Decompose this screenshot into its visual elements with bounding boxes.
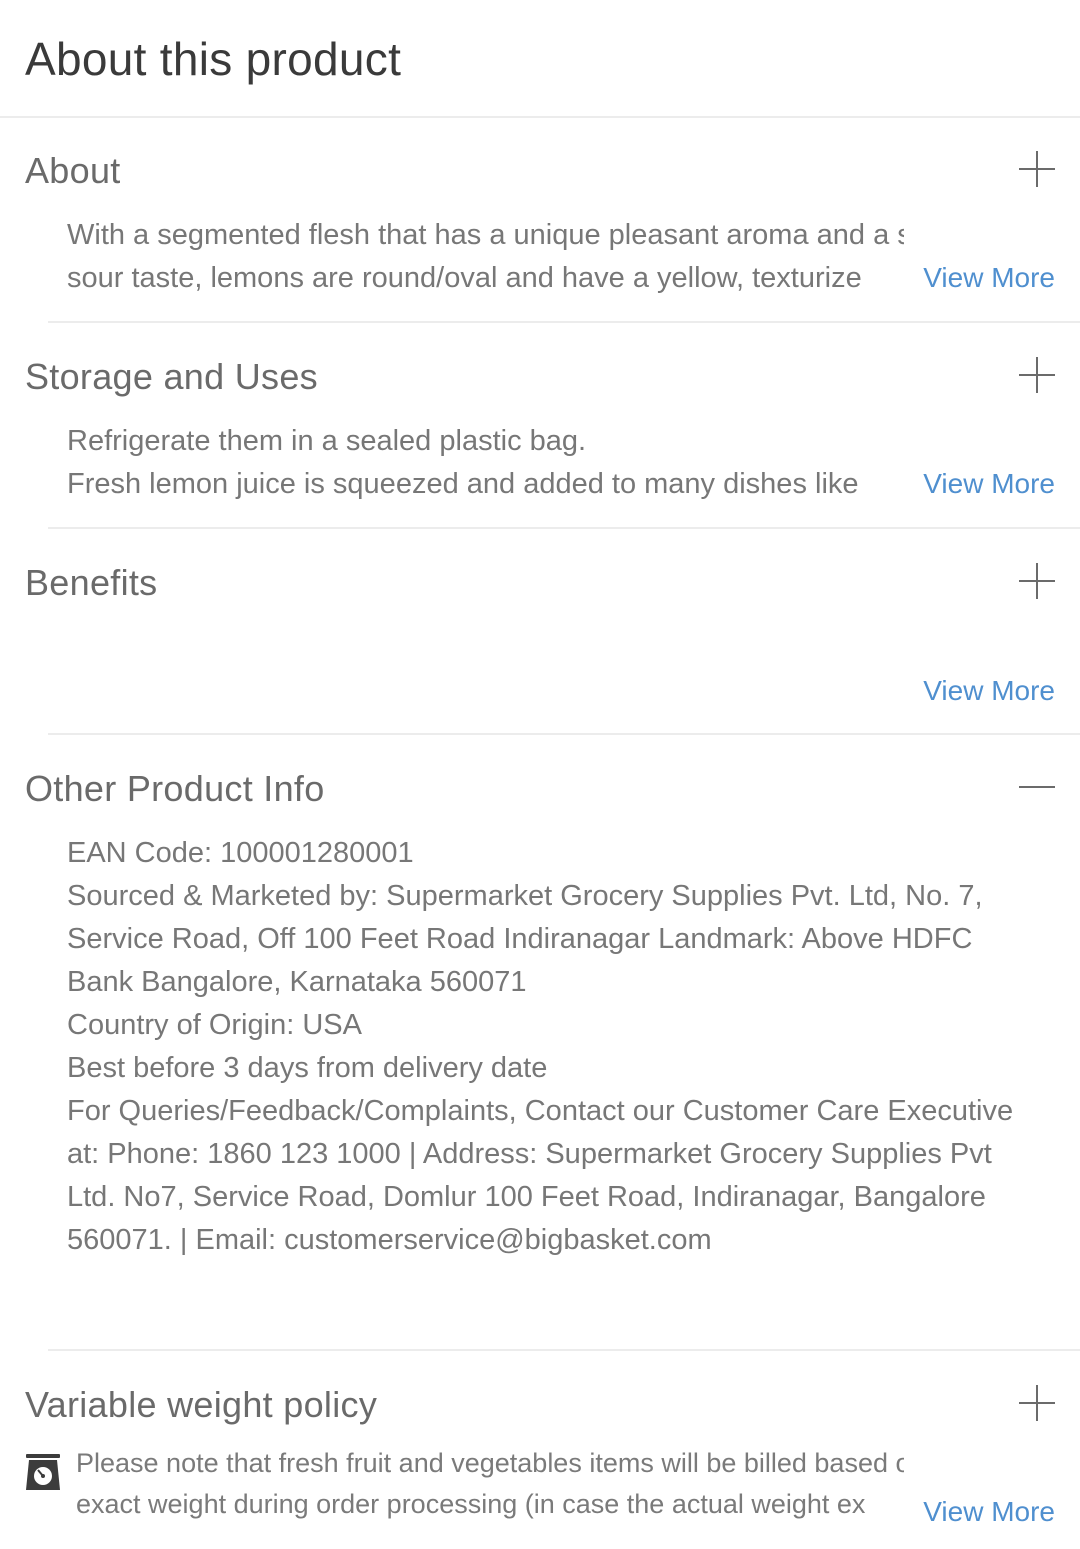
benefits-view-more-link[interactable]: View More xyxy=(923,675,1055,707)
plus-icon[interactable] xyxy=(1018,562,1056,600)
weight-policy-text: Please note that fresh fruit and vegetab… xyxy=(76,1443,904,1525)
about-text: With a segmented flesh that has a unique… xyxy=(67,214,904,300)
page-title: About this product xyxy=(25,33,402,85)
section-divider xyxy=(48,527,1080,529)
section-divider xyxy=(48,1349,1080,1351)
section-title-benefits: Benefits xyxy=(25,562,158,603)
section-title-other-info: Other Product Info xyxy=(25,768,325,809)
section-title-weight-policy: Variable weight policy xyxy=(25,1384,378,1425)
text-fade xyxy=(870,1484,930,1527)
section-divider xyxy=(48,321,1080,323)
about-text-line: sour taste, lemons are round/oval and ha… xyxy=(67,262,862,294)
storage-text-line: Refrigerate them in a sealed plastic bag… xyxy=(67,425,587,457)
section-divider xyxy=(48,733,1080,735)
plus-icon[interactable] xyxy=(1018,1384,1056,1422)
section-title-about: About xyxy=(25,150,121,191)
storage-text-line: Fresh lemon juice is squeezed and added … xyxy=(67,468,859,500)
other-info-text: EAN Code: 100001280001 Sourced & Markete… xyxy=(67,837,1014,1256)
weighing-scale-icon xyxy=(24,1452,62,1492)
storage-view-more-link[interactable]: View More xyxy=(923,468,1055,500)
storage-text: Refrigerate them in a sealed plastic bag… xyxy=(67,420,904,506)
weight-policy-text-line: exact weight during order processing (in… xyxy=(76,1489,866,1519)
header-divider xyxy=(0,116,1080,118)
text-fade xyxy=(870,257,930,300)
weight-policy-view-more-link[interactable]: View More xyxy=(923,1496,1055,1528)
plus-icon[interactable] xyxy=(1018,356,1056,394)
text-fade xyxy=(870,463,930,506)
minus-icon[interactable] xyxy=(1018,768,1056,806)
plus-icon[interactable] xyxy=(1018,150,1056,188)
section-title-storage: Storage and Uses xyxy=(25,356,318,397)
weight-policy-text-line: Please note that fresh fruit and vegetab… xyxy=(76,1448,904,1478)
about-view-more-link[interactable]: View More xyxy=(923,262,1055,294)
about-text-line: With a segmented flesh that has a unique… xyxy=(67,219,904,251)
